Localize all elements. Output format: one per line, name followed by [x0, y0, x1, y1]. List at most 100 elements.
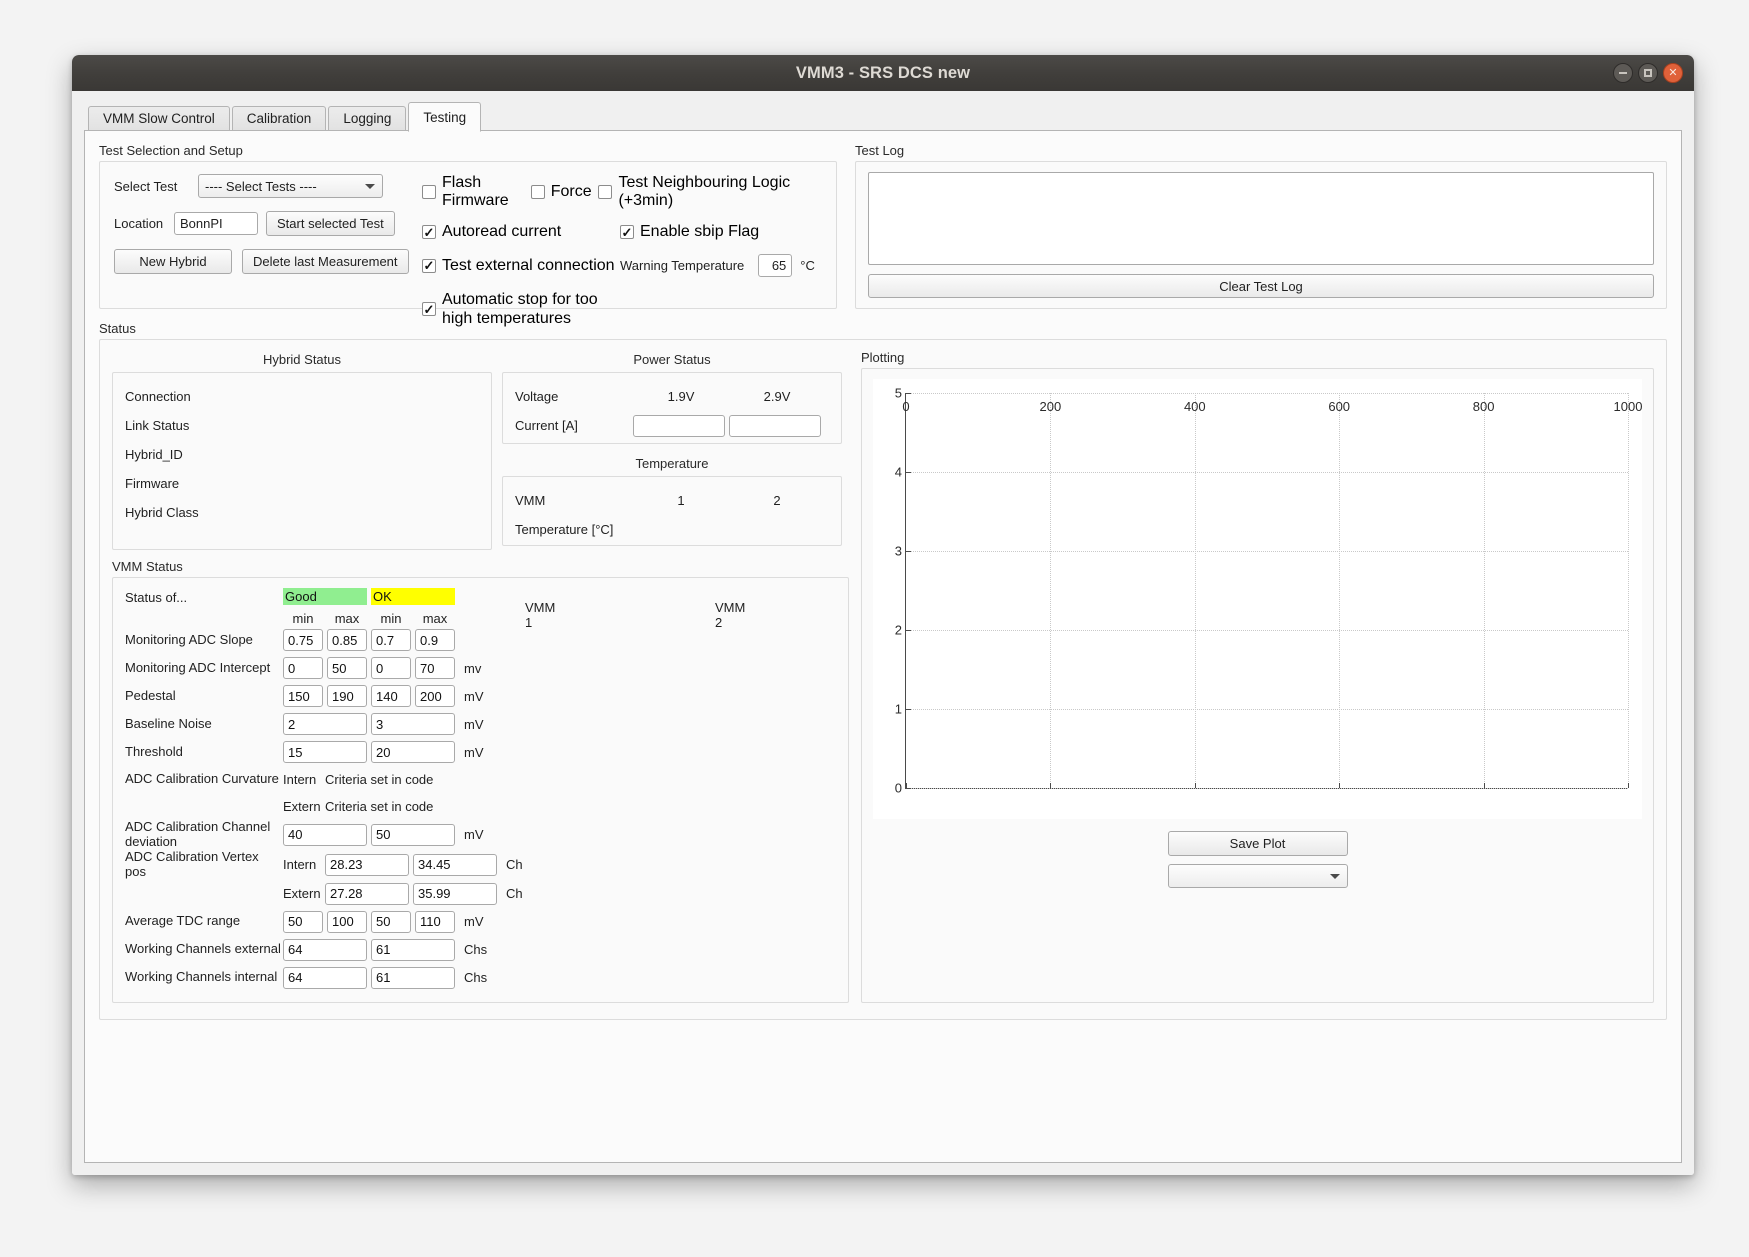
good-min-input[interactable]: 0.75: [283, 629, 323, 651]
good-max-input[interactable]: 50: [327, 657, 367, 679]
application-window: VMM3 - SRS DCS new ✕ VMM Slow Control Ca…: [72, 55, 1694, 1175]
new-hybrid-button[interactable]: New Hybrid: [114, 249, 232, 274]
gridline-horizontal: [906, 393, 1628, 394]
ok-max-input[interactable]: 20: [371, 741, 455, 763]
vmm-row-cells: 0.75 0.85 0.7 0.9: [283, 629, 455, 651]
close-button[interactable]: ✕: [1663, 63, 1683, 83]
warning-temperature-input[interactable]: 65: [758, 254, 793, 277]
start-selected-test-button[interactable]: Start selected Test: [266, 211, 395, 236]
good-min-input[interactable]: 64: [283, 938, 367, 961]
enable-sbip-flag-checkbox-icon[interactable]: [620, 225, 634, 239]
ok-max-input[interactable]: 3: [371, 713, 455, 735]
hybrid-row-link-status: Link Status: [125, 418, 190, 433]
tab-logging[interactable]: Logging: [328, 106, 407, 131]
tab-testing[interactable]: Testing: [408, 102, 482, 132]
enable-sbip-flag-label: Enable sbip Flag: [640, 223, 760, 240]
plot-canvas[interactable]: 0 1 2 3 4 5 0 200 400 600 800 1000: [873, 379, 1642, 819]
voltage-value-1: 1.9V: [667, 389, 695, 404]
y-tick-label: 0: [894, 780, 902, 796]
vmm-row-cells: 27.28 35.99: [325, 882, 497, 905]
select-test-dropdown[interactable]: ---- Select Tests ----: [198, 174, 383, 198]
vmm-row-unit: mV: [464, 716, 484, 732]
window-controls: ✕: [1613, 55, 1683, 91]
automatic-stop-checkbox-icon[interactable]: [422, 302, 436, 317]
checkbox-autoread-current[interactable]: Autoread current: [422, 223, 620, 241]
minmax-header-row: min max min max: [283, 611, 523, 626]
minimize-button[interactable]: [1613, 63, 1633, 83]
current-field-2[interactable]: [729, 414, 821, 437]
delete-last-measurement-button[interactable]: Delete last Measurement: [242, 249, 409, 274]
ok-min-input[interactable]: 50: [371, 910, 411, 933]
current-field-1[interactable]: [633, 414, 725, 437]
good-min-input[interactable]: 150: [283, 685, 323, 707]
good-min-input[interactable]: 2: [283, 713, 367, 735]
save-plot-button[interactable]: Save Plot: [1167, 831, 1348, 856]
ok-max-input[interactable]: 50: [371, 823, 455, 846]
vmm-row-unit: Chs: [464, 970, 488, 986]
good-min-input[interactable]: 0: [283, 657, 323, 679]
ok-min-input[interactable]: 140: [371, 685, 411, 707]
ok-max-header: max: [422, 611, 448, 626]
x-tick-label: 400: [1183, 399, 1206, 414]
temperature-title: Temperature: [635, 456, 709, 471]
good-min-input[interactable]: 27.28: [325, 882, 409, 905]
vmm-row-label: ADC Calibration Curvature: [125, 770, 279, 786]
location-input[interactable]: BonnPI: [174, 212, 258, 235]
force-checkbox-icon[interactable]: [530, 185, 545, 199]
checkbox-flash-firmware[interactable]: Flash Firmware: [422, 174, 531, 210]
flash-firmware-checkbox-icon[interactable]: [422, 185, 436, 199]
status-left-column: Hybrid Status Connection Link Status Hyb…: [112, 350, 849, 1009]
ok-max-input[interactable]: 61: [371, 966, 455, 989]
clear-test-log-button[interactable]: Clear Test Log: [868, 274, 1654, 298]
hybrid-status-title: Hybrid Status: [262, 352, 342, 367]
good-min-input[interactable]: 40: [283, 823, 367, 846]
temperature-vmm-label: VMM: [515, 493, 546, 508]
ok-max-input[interactable]: 34.45: [413, 853, 497, 876]
maximize-button[interactable]: [1638, 63, 1658, 83]
test-external-connection-checkbox-icon[interactable]: [422, 258, 436, 273]
tab-calibration[interactable]: Calibration: [231, 106, 327, 131]
location-row: Location BonnPI Start selected Test: [114, 211, 414, 236]
checkbox-test-external-connection[interactable]: Test external connection: [422, 257, 620, 275]
status-of-label: Status of...: [125, 589, 188, 605]
vmm-row-cells: 28.23 34.45: [325, 853, 497, 876]
desktop-background: VMM3 - SRS DCS new ✕ VMM Slow Control Ca…: [0, 0, 1749, 1257]
good-min-input[interactable]: 15: [283, 741, 367, 763]
plot-select-dropdown[interactable]: [1167, 864, 1348, 888]
ok-max-input[interactable]: 35.99: [413, 882, 497, 905]
current-label: Current [A]: [515, 418, 578, 433]
checkbox-test-neighbouring-logic[interactable]: Test Neighbouring Logic (+3min): [598, 174, 822, 210]
ok-max-input[interactable]: 200: [415, 685, 455, 707]
test-log-textarea[interactable]: [868, 172, 1654, 265]
vmm-row-static-text: Criteria set in code: [325, 798, 434, 814]
checkbox-enable-sbip-flag[interactable]: Enable sbip Flag: [620, 223, 759, 241]
checkbox-force[interactable]: Force: [530, 183, 599, 201]
vmm-status-group: VMM Status VMM 1 VMM 2 Good OK Status of…: [112, 559, 849, 1003]
autoread-current-checkbox-icon[interactable]: [422, 225, 436, 239]
vmm-status-row: Monitoring ADC Intercept 0 50 0 70 mv: [125, 654, 523, 682]
good-max-input[interactable]: 190: [327, 685, 367, 707]
ok-max-input[interactable]: 61: [371, 938, 455, 961]
gridline-horizontal: [906, 709, 1628, 710]
ok-max-input[interactable]: 0.9: [415, 629, 455, 651]
ok-max-input[interactable]: 110: [415, 910, 455, 933]
power-status-panel: Power Status Voltage 1.9V 2.9V Current […: [502, 350, 842, 444]
select-test-value: ---- Select Tests ----: [205, 178, 317, 194]
tab-vmm-slow-control[interactable]: VMM Slow Control: [88, 106, 230, 131]
hybrid-status-panel: Hybrid Status Connection Link Status Hyb…: [112, 350, 492, 550]
test-neighbouring-logic-checkbox-icon[interactable]: [598, 185, 613, 199]
ok-min-input[interactable]: 0.7: [371, 629, 411, 651]
good-min-input[interactable]: 64: [283, 966, 367, 989]
good-max-input[interactable]: 0.85: [327, 629, 367, 651]
good-min-input[interactable]: 28.23: [325, 853, 409, 876]
window-titlebar: VMM3 - SRS DCS new ✕: [72, 55, 1694, 91]
good-min-input[interactable]: 50: [283, 910, 323, 933]
vmm-status-row: Pedestal 150 190 140 200 mV: [125, 682, 523, 710]
vmm-row-cells: 40 50: [283, 823, 455, 846]
ok-min-input[interactable]: 0: [371, 657, 411, 679]
good-max-input[interactable]: 100: [327, 910, 367, 933]
location-label: Location: [114, 216, 164, 231]
ok-max-input[interactable]: 70: [415, 657, 455, 679]
checkbox-row-3: Test external connection Warning Tempera…: [422, 254, 822, 277]
test-external-connection-label: Test external connection: [442, 256, 615, 274]
